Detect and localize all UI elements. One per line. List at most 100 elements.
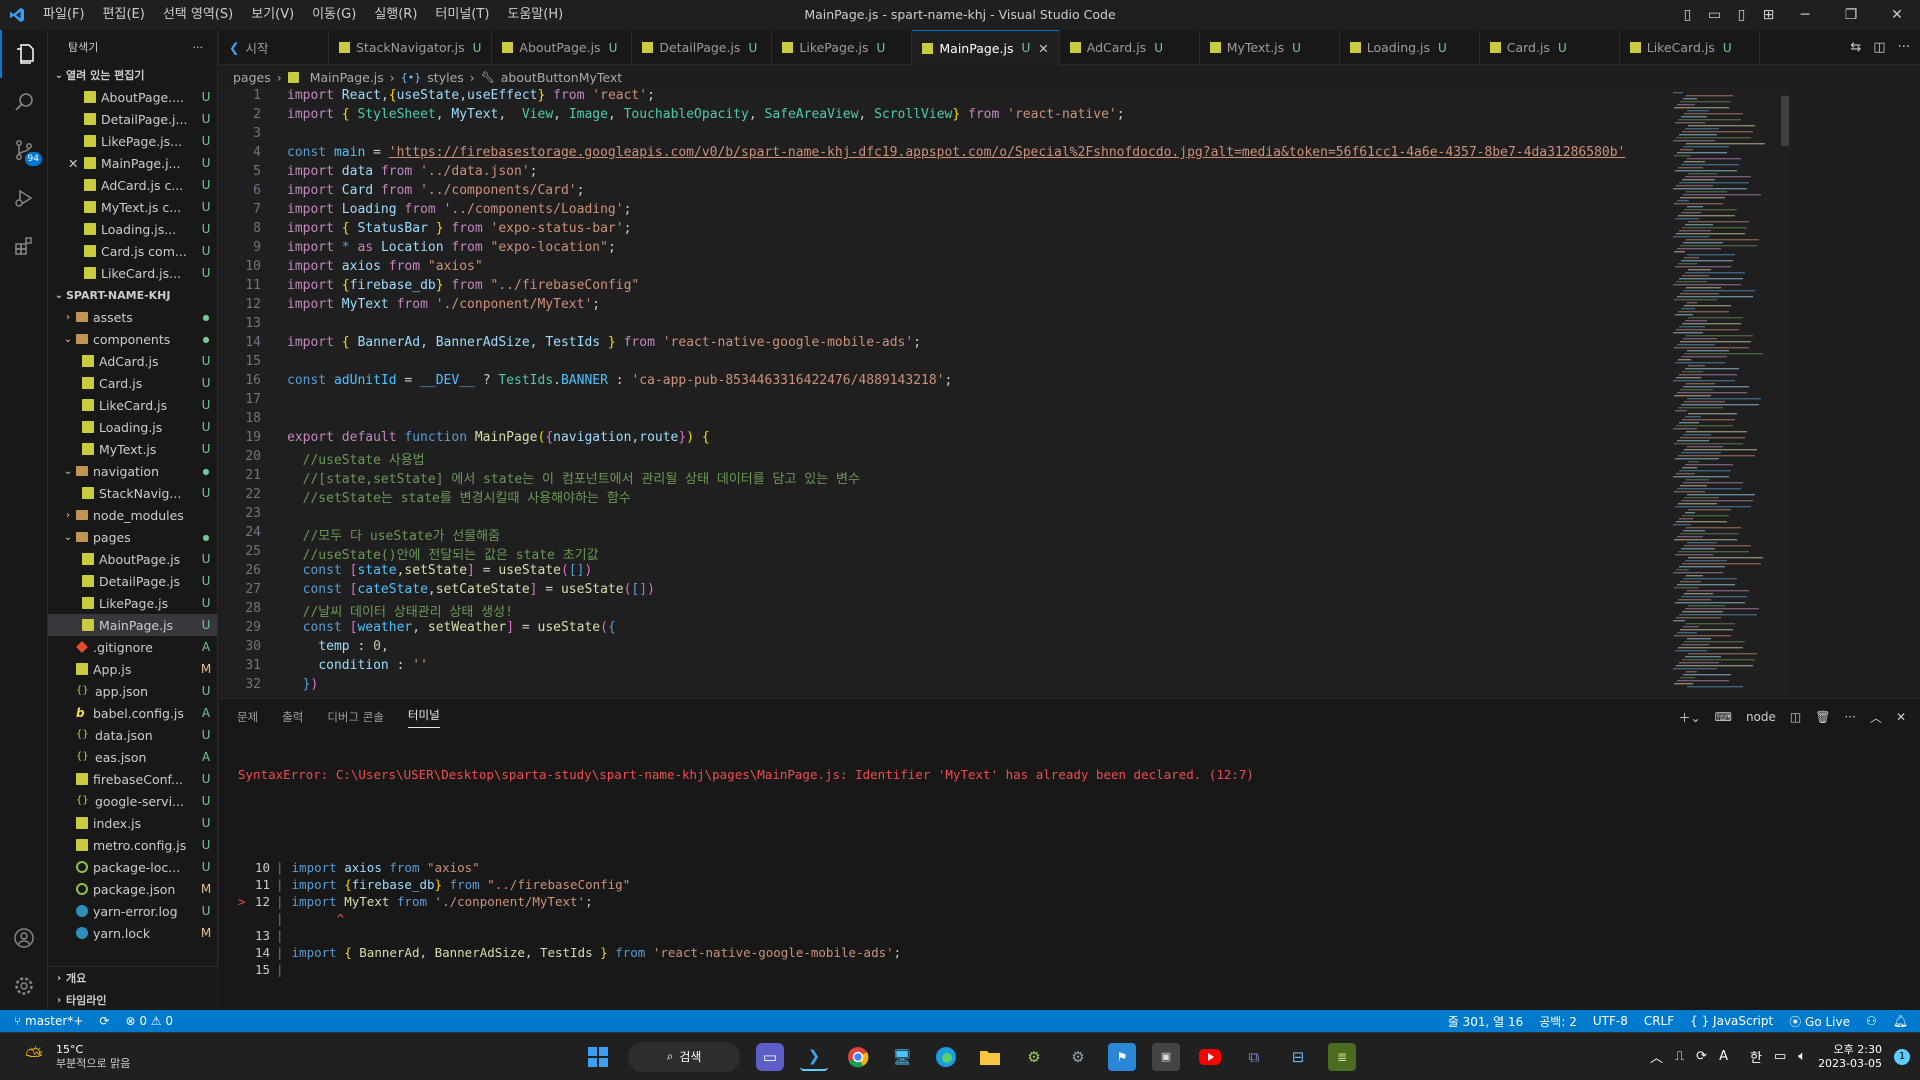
edge-icon[interactable] [932, 1043, 960, 1071]
tree-item[interactable]: metro.config.js U [48, 834, 217, 856]
problems-indicator[interactable]: ⊗ 0 ⚠ 0 [125, 1014, 173, 1028]
branch-indicator[interactable]: ⑂ master*+ [14, 1014, 83, 1028]
tab-mainpage-js[interactable]: MainPage.js U ✕ [912, 30, 1060, 65]
ime-indicator[interactable]: 한 [1750, 1047, 1762, 1066]
kill-terminal-icon[interactable]: 🗑︎ [1815, 710, 1830, 724]
tree-item[interactable]: › assets ● [48, 306, 217, 328]
go-live-button[interactable]: ⦿ Go Live [1789, 1013, 1850, 1030]
tree-item[interactable]: {} eas.json A [48, 746, 217, 768]
language-mode[interactable]: { } JavaScript [1690, 1014, 1773, 1028]
open-editor-item[interactable]: ✕ MainPage.j... U [48, 152, 217, 174]
customize-layout-icon[interactable]: ⊞ [1755, 7, 1782, 23]
more-actions-icon[interactable]: ··· [1898, 40, 1910, 55]
tree-item[interactable]: Loading.js U [48, 416, 217, 438]
tab-mytext-js[interactable]: MyText.js U [1200, 30, 1340, 65]
timeline-section[interactable]: › 타임라인 [48, 989, 218, 1011]
close-panel-icon[interactable]: ✕ [1896, 710, 1906, 724]
open-editor-item[interactable]: LikePage.js... U [48, 130, 217, 152]
toggle-sidebar-icon[interactable]: ▯ [1674, 7, 1701, 23]
accounts-status-icon[interactable]: ⚇ [1866, 1014, 1877, 1028]
split-terminal-icon[interactable]: ◫ [1790, 710, 1801, 724]
tree-item[interactable]: yarn-error.log U [48, 900, 217, 922]
menu-item[interactable]: 편집(E) [94, 0, 154, 30]
panel-tab[interactable]: 문제 [237, 709, 258, 725]
tree-item[interactable]: StackNavig... U [48, 482, 217, 504]
utility-app-icon[interactable]: ⚙ [1020, 1043, 1048, 1071]
cursor-position[interactable]: 줄 301, 열 16 [1448, 1013, 1524, 1030]
explorer-icon[interactable] [0, 30, 48, 78]
settings-gear-icon[interactable] [0, 962, 48, 1010]
open-editor-item[interactable]: Loading.js... U [48, 218, 217, 240]
tree-item[interactable]: AdCard.js U [48, 350, 217, 372]
run-debug-icon[interactable] [0, 174, 48, 222]
breadcrumb-symbol[interactable]: aboutButtonMyText [501, 70, 622, 85]
restore-button[interactable]: ❐ [1828, 7, 1874, 23]
tree-item[interactable]: App.js M [48, 658, 217, 680]
panel-tab[interactable]: 터미널 [407, 707, 440, 728]
tree-item[interactable]: package.json M [48, 878, 217, 900]
close-icon[interactable]: ✕ [68, 156, 84, 171]
tab-stacknavigator-js[interactable]: StackNavigator.js U [329, 30, 493, 65]
tree-item[interactable]: index.js U [48, 812, 217, 834]
tab-aboutpage-js[interactable]: AboutPage.js U [492, 30, 633, 65]
flag-app-icon[interactable]: ⚑ [1108, 1042, 1136, 1071]
tab-loading-js[interactable]: Loading.js U [1340, 30, 1480, 65]
close-window-button[interactable]: ✕ [1874, 7, 1920, 23]
network-app-icon[interactable]: ⊟ [1284, 1043, 1312, 1071]
tree-item[interactable]: DetailPage.js U [48, 570, 217, 592]
toggle-panel-icon[interactable]: ▭ [1701, 7, 1728, 23]
notepad-icon[interactable]: ≣ [1328, 1042, 1356, 1071]
breadcrumb-file[interactable]: MainPage.js [310, 70, 384, 85]
menu-item[interactable]: 터미널(T) [426, 0, 498, 30]
file-explorer-icon[interactable] [976, 1043, 1004, 1071]
tab-adcard-js[interactable]: AdCard.js U [1060, 30, 1200, 65]
open-editor-item[interactable]: MyText.js c... U [48, 196, 217, 218]
display-icon[interactable]: ▭ [1774, 1049, 1786, 1064]
split-editor-icon[interactable]: ◫ [1873, 40, 1885, 55]
vscode-taskbar-icon[interactable]: ❯ [800, 1043, 828, 1071]
vscode-logo-icon[interactable] [0, 0, 34, 30]
panel-tab[interactable]: 출력 [282, 709, 303, 725]
tab-card-js[interactable]: Card.js U [1480, 30, 1620, 65]
start-button-icon[interactable] [584, 1043, 612, 1071]
more-actions-icon[interactable]: ··· [1844, 710, 1855, 724]
maximize-panel-icon[interactable]: ︿ [1870, 709, 1882, 726]
indentation[interactable]: 공백: 2 [1539, 1013, 1577, 1030]
toggle-secondary-sidebar-icon[interactable]: ▯ [1728, 7, 1755, 23]
tree-item[interactable]: ⌄ navigation ● [48, 460, 217, 482]
tree-item[interactable]: firebaseConf... U [48, 768, 217, 790]
font-indicator[interactable]: A [1719, 1049, 1728, 1064]
sync-icon[interactable]: ⟳ [99, 1014, 109, 1028]
extensions-icon[interactable] [0, 222, 48, 270]
menu-item[interactable]: 보기(V) [242, 0, 303, 30]
breadcrumb-pages[interactable]: pages [233, 70, 271, 85]
close-tab-icon[interactable]: ✕ [1038, 41, 1048, 56]
tab--[interactable]: ❮ 시작 [219, 30, 329, 65]
terminal-shell-name[interactable]: node [1746, 710, 1776, 724]
tree-item[interactable]: b babel.config.js A [48, 702, 217, 724]
tree-item[interactable]: Card.js U [48, 372, 217, 394]
tree-item[interactable]: MyText.js U [48, 438, 217, 460]
tree-item[interactable]: ⌄ components ● [48, 328, 217, 350]
minimap-slider[interactable] [1781, 96, 1789, 146]
tree-item[interactable]: ⌄ pages ● [48, 526, 217, 548]
open-editors-section[interactable]: ⌄ 열려 있는 편집기 [48, 64, 217, 86]
encoding[interactable]: UTF-8 [1593, 1014, 1628, 1028]
panel-tab[interactable]: 디버그 콘솔 [327, 709, 384, 725]
search-icon[interactable] [0, 78, 48, 126]
menu-item[interactable]: 파일(F) [34, 0, 94, 30]
tree-item[interactable]: › node_modules [48, 504, 217, 526]
open-editor-item[interactable]: Card.js com... U [48, 240, 217, 262]
terminal-app-icon[interactable]: ▣ [1152, 1042, 1180, 1071]
tree-item[interactable]: package-loc... U [48, 856, 217, 878]
compare-changes-icon[interactable]: ⇆ [1850, 40, 1861, 55]
account-icon[interactable] [0, 914, 48, 962]
tree-item[interactable]: {} google-servi... U [48, 790, 217, 812]
source-control-icon[interactable]: 94 [0, 126, 48, 174]
code-editor[interactable]: 1 import React,{useState,useEffect} from … [219, 88, 1789, 698]
tree-item[interactable]: AboutPage.js U [48, 548, 217, 570]
tree-item[interactable]: {} data.json U [48, 724, 217, 746]
notifications-bell-icon[interactable]: 🔔︎ [1893, 1014, 1908, 1028]
project-section[interactable]: ⌄ SPART-NAME-KHJ [48, 284, 217, 306]
weather-widget[interactable]: ⛅︎ 15°C 부분적으로 맑음 [0, 1043, 260, 1071]
